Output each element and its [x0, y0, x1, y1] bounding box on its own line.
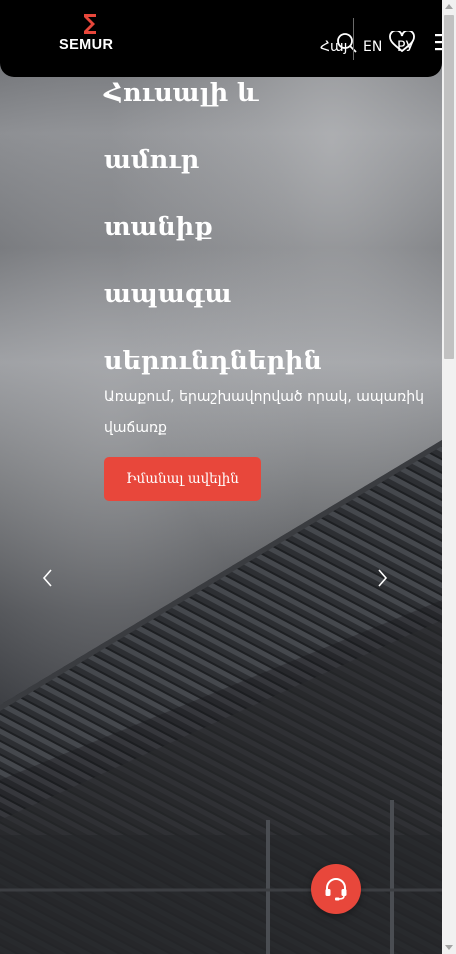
scroll-up-arrow-icon[interactable]	[442, 0, 456, 14]
logo-mark-icon	[84, 14, 96, 34]
hero-title-line: ամուր	[104, 145, 200, 175]
hero-section: Հուսալի և ամուր տանիք ապագա սերունդներին…	[0, 0, 442, 954]
search-icon[interactable]	[336, 32, 358, 54]
brand-name: SEMUR	[59, 37, 114, 53]
learn-more-button[interactable]: Իմանալ ավելին	[104, 457, 261, 501]
heart-icon[interactable]	[389, 31, 415, 53]
chevron-left-icon[interactable]	[38, 566, 58, 590]
scroll-down-arrow-icon[interactable]	[442, 940, 456, 954]
hero-title: Հուսալի և ամուր տանիք ապագա սերունդներին	[104, 60, 322, 395]
lang-en[interactable]: EN	[363, 39, 382, 55]
header-divider	[353, 18, 354, 60]
vertical-scrollbar[interactable]	[442, 0, 456, 954]
hero-title-line: տանիք	[104, 212, 213, 242]
brand-logo[interactable]: SEMUR	[59, 13, 125, 57]
site-header: SEMUR Հայ EN РУ	[0, 0, 445, 77]
headset-icon	[325, 878, 347, 901]
hero-subtitle: Առաքում, երաշխավորված որակ, ապառիկ վաճառ…	[104, 389, 424, 436]
support-chat-button[interactable]	[311, 864, 361, 914]
chevron-right-icon[interactable]	[372, 566, 392, 590]
scrollbar-thumb[interactable]	[444, 15, 454, 359]
hero-title-line: ապագա	[104, 279, 232, 309]
